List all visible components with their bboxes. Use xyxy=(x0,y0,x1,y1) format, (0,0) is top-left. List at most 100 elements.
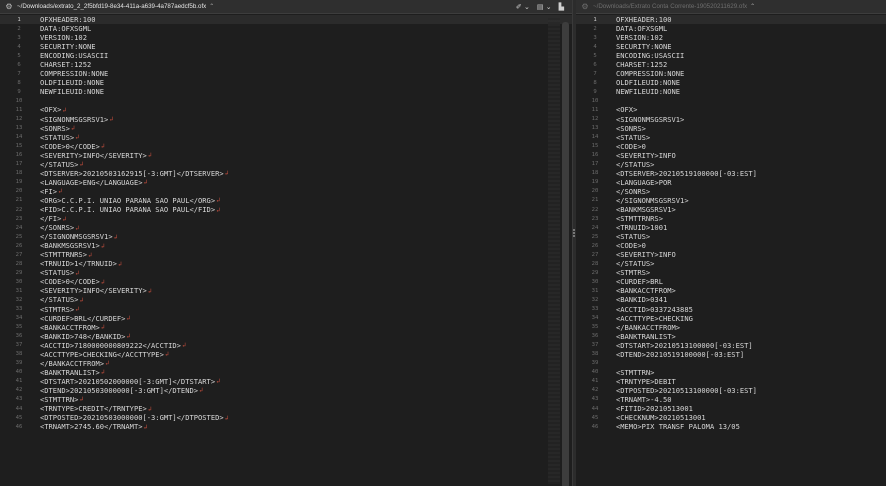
line-text[interactable]: VERSION:102 xyxy=(38,33,87,42)
code-line[interactable]: 2 DATA:OFXSGML xyxy=(0,24,572,33)
code-line[interactable]: 33 <ACCTID>0337243885 xyxy=(576,305,886,314)
line-text[interactable]: <CODE>0 xyxy=(614,142,646,151)
line-text[interactable]: <TRNUID>1</TRNUID> xyxy=(38,259,117,268)
code-line[interactable]: 28 <TRNUID>1</TRNUID> ↲ xyxy=(0,259,572,268)
line-text[interactable]: <TRNAMT>2745.60</TRNAMT> xyxy=(38,422,143,431)
code-line[interactable]: 10 xyxy=(0,96,572,105)
code-line[interactable]: 31 <SEVERITY>INFO</SEVERITY> ↲ xyxy=(0,286,572,295)
line-text[interactable]: <DTPOSTED>20210503000000[-3:GMT]</DTPOST… xyxy=(38,413,224,422)
line-text[interactable]: OLDFILEUID:NONE xyxy=(614,78,680,87)
code-line[interactable]: 19 <LANGUAGE>ENG</LANGUAGE> ↲ xyxy=(0,178,572,187)
line-text[interactable]: <DTSERVER>20210503162915[-3:GMT]</DTSERV… xyxy=(38,169,224,178)
code-line[interactable]: 5 ENCODING:USASCII xyxy=(576,51,886,60)
file-path-tab[interactable]: ~/Downloads/Extrato Conta Corrente-19052… xyxy=(593,3,747,10)
code-line[interactable]: 16 <SEVERITY>INFO</SEVERITY> ↲ xyxy=(0,151,572,160)
code-line[interactable]: 35 </BANKACCTFROM> xyxy=(576,323,886,332)
line-text[interactable]: SECURITY:NONE xyxy=(614,42,672,51)
line-text[interactable]: <BANKID>0341 xyxy=(614,295,667,304)
line-text[interactable]: <BANKMSGSRSV1> xyxy=(614,205,676,214)
line-text[interactable]: <SONRS> xyxy=(614,124,646,133)
code-editor-left[interactable]: 1 OFXHEADER:100 2 DATA:OFXSGML 3 VERSION:102 4… xyxy=(0,15,572,486)
line-text[interactable]: <CODE>0 xyxy=(614,241,646,250)
chevron-up-icon[interactable]: ⌃ xyxy=(750,3,755,10)
code-line[interactable]: 21 <ORG>C.C.P.I. UNIAO PARANA SAO PAUL</O… xyxy=(0,196,572,205)
code-line[interactable]: 14 <STATUS> xyxy=(576,133,886,142)
code-line[interactable]: 34 <ACCTTYPE>CHECKING xyxy=(576,314,886,323)
code-line[interactable]: 9 NEWFILEUID:NONE xyxy=(576,87,886,96)
line-text[interactable]: <ACCTTYPE>CHECKING xyxy=(614,314,693,323)
line-text[interactable]: <TRNTYPE>CREDIT</TRNTYPE> xyxy=(38,404,147,413)
line-text[interactable]: <SEVERITY>INFO</SEVERITY> xyxy=(38,286,147,295)
code-line[interactable]: 24 </SONRS> ↲ xyxy=(0,223,572,232)
line-text[interactable]: <STATUS> xyxy=(38,133,74,142)
code-line[interactable]: 11 <OFX> ↲ xyxy=(0,105,572,114)
code-line[interactable]: 46 <MEMO>PIX TRANSF PALOMA 13/05 xyxy=(576,422,886,431)
line-text[interactable]: OFXHEADER:100 xyxy=(38,15,96,24)
line-text[interactable]: <STATUS> xyxy=(614,232,650,241)
line-text[interactable]: </STATUS> xyxy=(614,259,654,268)
code-line[interactable]: 35 <BANKACCTFROM> ↲ xyxy=(0,323,572,332)
edit-mode-button[interactable]: ✐ ⌄ xyxy=(516,1,530,13)
code-line[interactable]: 9 NEWFILEUID:NONE xyxy=(0,87,572,96)
line-text[interactable]: </BANKACCTFROM> xyxy=(38,359,104,368)
line-text[interactable]: </SONRS> xyxy=(38,223,74,232)
code-line[interactable]: 38 <ACCTTYPE>CHECKING</ACCTTYPE> ↲ xyxy=(0,350,572,359)
code-line[interactable]: 33 <STMTRS> ↲ xyxy=(0,305,572,314)
code-line[interactable]: 31 <BANKACCTFROM> xyxy=(576,286,886,295)
code-line[interactable]: 37 <ACCTID>7180000000809222</ACCTID> ↲ xyxy=(0,341,572,350)
line-text[interactable]: <STMTRS> xyxy=(38,305,74,314)
code-line[interactable]: 41 <TRNTYPE>DEBIT xyxy=(576,377,886,386)
line-text[interactable]: <ACCTID>7180000000809222</ACCTID> xyxy=(38,341,181,350)
line-text[interactable]: <FI> xyxy=(38,187,57,196)
line-text[interactable]: <FITID>20210513001 xyxy=(614,404,693,413)
line-text[interactable]: <ORG>C.C.P.I. UNIAO PARANA SAO PAUL</ORG… xyxy=(38,196,215,205)
code-line[interactable]: 34 <CURDEF>BRL</CURDEF> ↲ xyxy=(0,314,572,323)
code-line[interactable]: 19 <LANGUAGE>POR xyxy=(576,178,886,187)
line-text[interactable]: <CHECKNUM>20210513001 xyxy=(614,413,706,422)
code-line[interactable]: 25 </SIGNONMSGSRSV1> ↲ xyxy=(0,232,572,241)
file-path-tab[interactable]: ~/Downloads/extrato_2_2f5bfd19-8e34-411a… xyxy=(17,3,206,10)
code-line[interactable]: 32 <BANKID>0341 xyxy=(576,295,886,304)
line-text[interactable]: <TRNUID>1001 xyxy=(614,223,667,232)
code-line[interactable]: 36 <BANKID>748</BANKID> ↲ xyxy=(0,332,572,341)
code-line[interactable]: 20 <FI> ↲ xyxy=(0,187,572,196)
line-text[interactable]: <DTSTART>20210502000000[-3:GMT]</DTSTART… xyxy=(38,377,215,386)
code-line[interactable]: 24 <TRNUID>1001 xyxy=(576,223,886,232)
line-text[interactable]: <LANGUAGE>POR xyxy=(614,178,672,187)
code-line[interactable]: 46 <TRNAMT>2745.60</TRNAMT> ↲ xyxy=(0,422,572,431)
line-text[interactable]: OFXHEADER:100 xyxy=(614,15,672,24)
code-line[interactable]: 12 <SIGNONMSGSRSV1> xyxy=(576,115,886,124)
chevron-up-icon[interactable]: ⌃ xyxy=(209,3,214,10)
line-text[interactable]: <STMTTRNRS> xyxy=(614,214,663,223)
line-text[interactable]: <BANKID>748</BANKID> xyxy=(38,332,125,341)
line-text[interactable]: <DTSTART>20210513100000[-03:EST] xyxy=(614,341,753,350)
line-text[interactable]: VERSION:102 xyxy=(614,33,663,42)
line-text[interactable]: <TRNTYPE>DEBIT xyxy=(614,377,676,386)
minimap[interactable] xyxy=(548,18,560,484)
line-text[interactable]: <SEVERITY>INFO xyxy=(614,151,676,160)
code-line[interactable]: 45 <CHECKNUM>20210513001 xyxy=(576,413,886,422)
code-line[interactable]: 44 <TRNTYPE>CREDIT</TRNTYPE> ↲ xyxy=(0,404,572,413)
view-options-button[interactable]: ▤ ⌄ xyxy=(537,1,552,13)
code-line[interactable]: 23 </FI> ↲ xyxy=(0,214,572,223)
code-line[interactable]: 40 <STMTTRN> xyxy=(576,368,886,377)
code-line[interactable]: 17 </STATUS> xyxy=(576,160,886,169)
code-line[interactable]: 4 SECURITY:NONE xyxy=(0,42,572,51)
code-line[interactable]: 43 <TRNAMT>-4.50 xyxy=(576,395,886,404)
code-line[interactable]: 1 OFXHEADER:100 xyxy=(576,15,886,25)
code-line[interactable]: 22 <BANKMSGSRSV1> xyxy=(576,205,886,214)
gear-icon[interactable]: ⚙ xyxy=(580,2,590,12)
code-line[interactable]: 30 <CODE>0</CODE> ↲ xyxy=(0,277,572,286)
code-line[interactable]: 32 </STATUS> ↲ xyxy=(0,295,572,304)
code-line[interactable]: 13 <SONRS> xyxy=(576,124,886,133)
line-text[interactable]: </SIGNONMSGSRSV1> xyxy=(614,196,689,205)
code-line[interactable]: 36 <BANKTRANLIST> xyxy=(576,332,886,341)
line-text[interactable]: NEWFILEUID:NONE xyxy=(614,87,680,96)
line-text[interactable]: <STMTRS> xyxy=(614,268,650,277)
line-text[interactable]: CHARSET:1252 xyxy=(614,60,667,69)
line-text[interactable]: OLDFILEUID:NONE xyxy=(38,78,104,87)
code-line[interactable]: 37 <DTSTART>20210513100000[-03:EST] xyxy=(576,341,886,350)
code-line[interactable]: 26 <CODE>0 xyxy=(576,241,886,250)
code-line[interactable]: 17 </STATUS> ↲ xyxy=(0,160,572,169)
line-text[interactable]: <BANKACCTFROM> xyxy=(38,323,100,332)
